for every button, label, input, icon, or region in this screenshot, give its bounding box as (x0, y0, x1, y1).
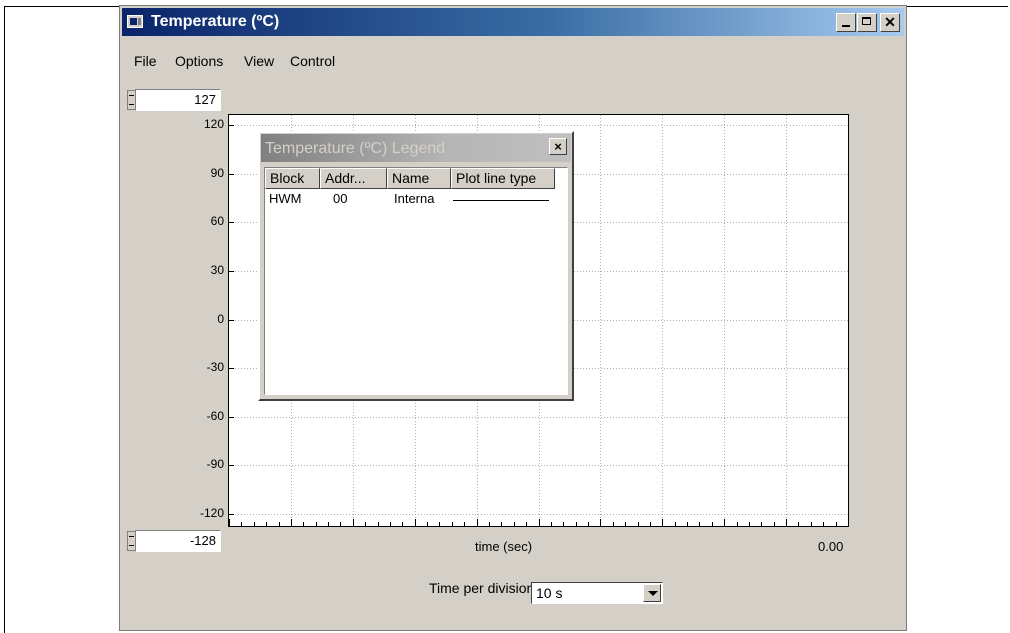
time-per-division-value: 10 s (536, 585, 563, 601)
y-tick-label: -90 (206, 456, 224, 471)
plot-line-sample (453, 200, 549, 201)
legend-row[interactable]: HWM 00 Interna (265, 191, 565, 209)
legend-col-plot-line-type[interactable]: Plot line type (451, 168, 555, 189)
title-bar[interactable]: Temperature (ºC) ✕ (122, 8, 904, 36)
legend-col-name[interactable]: Name (387, 168, 451, 189)
window-title: Temperature (ºC) (151, 13, 280, 30)
legend-cell-addr: 00 (333, 191, 348, 206)
legend-title: Temperature (ºC) Legend (265, 140, 446, 157)
legend-col-block[interactable]: Block (265, 168, 320, 189)
y-tick-label: -60 (206, 408, 224, 423)
dropdown-arrow-icon[interactable] (643, 584, 661, 602)
y-tick-label: 0 (217, 311, 224, 326)
y-tick-label: 60 (210, 213, 224, 228)
menu-control[interactable]: Control (290, 53, 335, 69)
time-per-division-label: Time per division: (429, 580, 539, 596)
legend-cell-block: HWM (269, 191, 302, 206)
spin-arrows-icon[interactable] (127, 90, 135, 110)
time-per-division-select[interactable]: 10 s (531, 582, 663, 604)
legend-list: Block Addr... Name Plot line type HWM 00… (264, 167, 568, 395)
menu-view[interactable]: View (244, 53, 274, 69)
minimize-icon (842, 25, 850, 27)
y-tick-label: 30 (210, 262, 224, 277)
y-min-spinner[interactable]: -128 (127, 530, 227, 552)
app-window-icon (127, 15, 143, 28)
y-tick-label: 120 (203, 116, 224, 131)
x-axis-end-value: 0.00 (818, 539, 844, 554)
legend-title-bar[interactable]: Temperature (ºC) Legend × (261, 134, 571, 162)
menu-file[interactable]: File (134, 53, 157, 69)
spin-arrows-icon[interactable] (127, 531, 135, 551)
maximize-icon (862, 17, 871, 25)
y-min-input[interactable]: -128 (135, 530, 221, 552)
maximize-button[interactable] (857, 13, 877, 32)
menu-options[interactable]: Options (175, 53, 223, 69)
legend-col-addr[interactable]: Addr... (320, 168, 387, 189)
y-tick-label: -30 (206, 359, 224, 374)
y-tick-label: 90 (210, 165, 224, 180)
menu-bar: File Options View Control (122, 39, 904, 69)
x-axis-label: time (sec) (475, 539, 533, 554)
close-icon: ✕ (884, 14, 896, 30)
y-tick-label: -120 (199, 505, 224, 520)
y-max-input[interactable]: 127 (135, 89, 221, 111)
minimize-button[interactable] (836, 13, 856, 32)
legend-header: Block Addr... Name Plot line type (265, 168, 555, 189)
legend-window: Temperature (ºC) Legend × Block Addr... … (258, 131, 574, 401)
y-max-spinner[interactable]: 127 (127, 89, 227, 111)
close-button[interactable]: ✕ (880, 13, 900, 32)
legend-cell-name: Interna (394, 191, 435, 206)
legend-close-button[interactable]: × (549, 138, 567, 155)
